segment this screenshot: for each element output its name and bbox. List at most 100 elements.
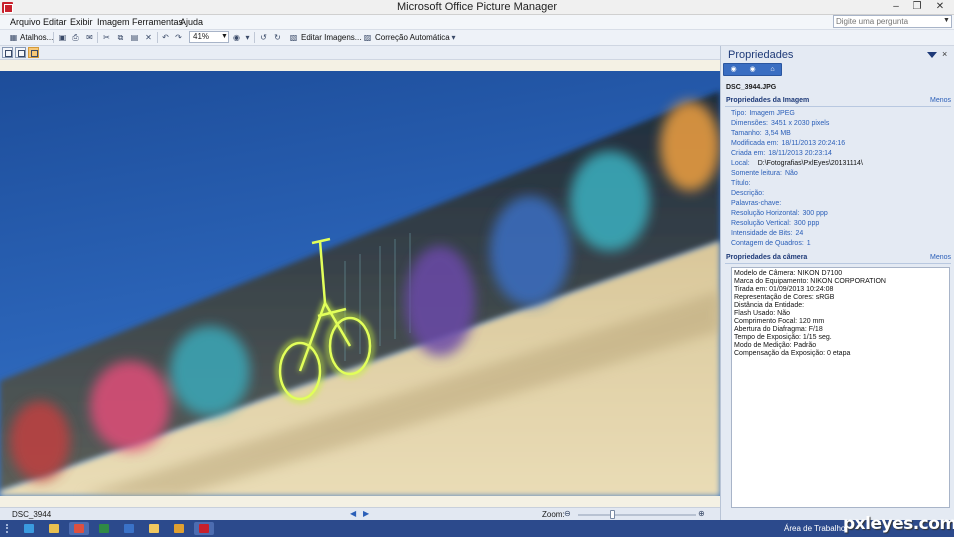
help-search-input[interactable] bbox=[833, 15, 952, 28]
camera-property-row: Comprimento Focal: 120 mm bbox=[734, 318, 825, 325]
email-icon[interactable]: ✉ bbox=[85, 33, 94, 42]
pane-menu-icon[interactable] bbox=[927, 52, 937, 58]
property-value: Não bbox=[784, 170, 798, 177]
shortcuts-button[interactable]: Atalhos... bbox=[20, 33, 53, 42]
camera-properties-header: Propriedades da câmera Menos bbox=[725, 253, 951, 264]
filmstrip-view-button[interactable] bbox=[15, 47, 26, 58]
redo-icon[interactable]: ↷ bbox=[174, 33, 183, 42]
menu-exibir[interactable]: Exibir bbox=[70, 17, 93, 27]
camera-properties-box[interactable]: Modelo de Câmera: NIKON D7100 Marca do Eq… bbox=[731, 267, 950, 508]
photo-preview[interactable] bbox=[0, 71, 720, 496]
cut-icon[interactable]: ✂ bbox=[102, 33, 111, 42]
property-label: Criada em: bbox=[731, 150, 766, 157]
image-property-row: Modificada em: 18/11/2013 20:24:16 bbox=[731, 140, 845, 147]
home-icon[interactable]: ⌂ bbox=[764, 65, 781, 75]
image-property-row: Local: D:\Fotografias\PxlEyes\20131114\ bbox=[731, 160, 863, 167]
toolbar-separator bbox=[157, 32, 158, 43]
back-icon[interactable]: ◉ bbox=[725, 65, 742, 75]
print-icon[interactable]: ⎙ bbox=[71, 33, 80, 42]
camera-properties-collapse-link[interactable]: Menos bbox=[930, 254, 951, 261]
image-property-row: Criada em: 18/11/2013 20:23:14 bbox=[731, 150, 832, 157]
auto-correct-button[interactable]: Correção Automática bbox=[375, 33, 450, 42]
menu-bar: Arquivo Editar Exibir Imagem Ferramentas… bbox=[0, 15, 954, 30]
thumbnail-view-button[interactable] bbox=[2, 47, 13, 58]
toolbar-options-icon[interactable]: ▾ bbox=[449, 33, 458, 42]
close-button[interactable]: ✕ bbox=[929, 0, 951, 14]
explorer-icon bbox=[49, 524, 59, 533]
minimize-button[interactable]: – bbox=[885, 0, 907, 14]
property-value: 18/11/2013 20:23:14 bbox=[768, 150, 832, 157]
desktop-toolbar-label[interactable]: Área de Trabalho bbox=[784, 524, 845, 533]
taskbar-folder-button[interactable] bbox=[144, 522, 164, 535]
taskbar-media-button[interactable] bbox=[169, 522, 189, 535]
menu-ajuda[interactable]: Ajuda bbox=[180, 17, 203, 27]
taskbar-outlook-button[interactable] bbox=[119, 522, 139, 535]
zoom-out-icon[interactable]: ⊖ bbox=[564, 509, 571, 518]
undo-icon[interactable]: ↶ bbox=[161, 33, 170, 42]
property-label: Tamanho: bbox=[731, 130, 762, 137]
camera-property-row: Modelo de Câmera: NIKON D7100 bbox=[734, 270, 843, 277]
folder-icon bbox=[149, 524, 159, 533]
image-property-row: Descrição: bbox=[731, 190, 767, 197]
pane-nav-buttons: ◉ ◉ ⌂ bbox=[723, 63, 782, 76]
property-value[interactable]: D:\Fotografias\PxlEyes\20131114\ bbox=[758, 160, 863, 167]
shortcuts-icon: ▦ bbox=[9, 33, 18, 42]
single-picture-view-button[interactable] bbox=[28, 47, 39, 58]
menu-arquivo[interactable]: Arquivo bbox=[10, 17, 41, 27]
taskbar-picture-manager-button[interactable] bbox=[194, 522, 214, 535]
camera-property-row: Compensação da Exposição: 0 etapa bbox=[734, 350, 851, 357]
image-property-row: Dimensões: 3451 x 2030 pixels bbox=[731, 120, 829, 127]
property-label: Intensidade de Bits: bbox=[731, 230, 793, 237]
help-icon[interactable]: ◉ bbox=[232, 33, 241, 42]
taskbar-explorer-button[interactable] bbox=[44, 522, 64, 535]
taskbar-excel-button[interactable] bbox=[94, 522, 114, 535]
property-label: Descrição: bbox=[731, 190, 765, 197]
forward-icon[interactable]: ◉ bbox=[744, 65, 761, 75]
image-property-row: Resolução Vertical: 300 ppp bbox=[731, 220, 819, 227]
toolbar-options-icon[interactable]: ▾ bbox=[243, 33, 252, 42]
image-property-row: Intensidade de Bits: 24 bbox=[731, 230, 803, 237]
menu-ferramentas[interactable]: Ferramentas bbox=[132, 17, 183, 27]
paste-icon[interactable]: ▤ bbox=[130, 33, 139, 42]
image-properties-collapse-link[interactable]: Menos bbox=[930, 97, 951, 104]
delete-icon[interactable]: ✕ bbox=[144, 33, 153, 42]
property-label: Modificada em: bbox=[731, 140, 779, 147]
image-properties-title: Propriedades da Imagem bbox=[726, 97, 810, 104]
pane-title: Propriedades bbox=[728, 49, 794, 61]
edit-images-icon: ▧ bbox=[289, 33, 298, 42]
taskbar-chrome-button[interactable] bbox=[69, 522, 89, 535]
rotate-right-icon[interactable]: ↻ bbox=[273, 33, 282, 42]
restore-button[interactable]: ❐ bbox=[906, 0, 928, 14]
camera-property-row: Abertura do Diafragma: F/18 bbox=[734, 326, 823, 333]
menu-imagem[interactable]: Imagem bbox=[97, 17, 130, 27]
zoom-dropdown-icon[interactable]: ▼ bbox=[221, 33, 228, 40]
taskbar-ie-button[interactable] bbox=[19, 522, 39, 535]
zoom-slider-thumb[interactable] bbox=[610, 510, 615, 519]
zoom-slider[interactable] bbox=[578, 510, 696, 519]
pane-close-button[interactable]: × bbox=[942, 49, 947, 59]
rotate-left-icon[interactable]: ↺ bbox=[259, 33, 268, 42]
edit-images-button[interactable]: Editar Imagens... bbox=[301, 33, 361, 42]
save-icon[interactable]: ▣ bbox=[58, 33, 67, 42]
camera-property-row: Distância da Entidade: bbox=[734, 302, 805, 309]
taskbar-grip[interactable] bbox=[6, 524, 12, 533]
property-label: Palavras-chave: bbox=[731, 200, 782, 207]
property-value: 1 bbox=[806, 240, 811, 247]
search-dropdown-icon[interactable]: ▼ bbox=[943, 17, 950, 24]
image-property-row: Contagem de Quadros: 1 bbox=[731, 240, 811, 247]
previous-picture-icon[interactable]: ◀ bbox=[350, 509, 356, 518]
copy-icon[interactable]: ⧉ bbox=[116, 33, 125, 42]
title-bar: Microsoft Office Picture Manager – ❐ ✕ bbox=[0, 0, 954, 15]
chrome-icon bbox=[74, 524, 84, 533]
camera-property-row: Representação de Cores: sRGB bbox=[734, 294, 835, 301]
property-value: Imagem JPEG bbox=[749, 110, 795, 117]
property-value: 3,54 MB bbox=[764, 130, 791, 137]
property-label: Tipo: bbox=[731, 110, 747, 117]
property-label: Resolução Horizontal: bbox=[731, 210, 800, 217]
next-picture-icon[interactable]: ▶ bbox=[363, 509, 369, 518]
zoom-in-icon[interactable]: ⊕ bbox=[698, 509, 705, 518]
media-icon bbox=[174, 524, 184, 533]
auto-correct-icon: ▨ bbox=[363, 33, 372, 42]
image-viewer bbox=[0, 60, 720, 507]
menu-editar[interactable]: Editar bbox=[43, 17, 67, 27]
